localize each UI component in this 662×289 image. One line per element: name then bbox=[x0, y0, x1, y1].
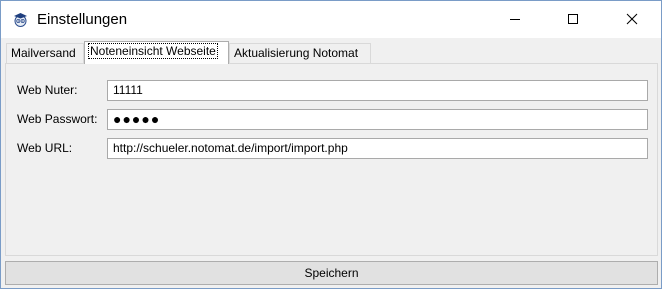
tab-label: Aktualisierung Notomat bbox=[234, 46, 359, 60]
web-password-field[interactable]: ●●●●● bbox=[107, 109, 648, 130]
web-user-field[interactable]: 11111 bbox=[107, 80, 648, 101]
settings-tabs: Mailversand Noteneinsicht Webseite Aktua… bbox=[4, 41, 659, 64]
minimize-button[interactable] bbox=[492, 1, 538, 37]
web-url-field[interactable]: http://schueler.notomat.de/import/import… bbox=[107, 138, 648, 159]
tab-panel: Web Nuter: 11111 Web Passwort: ●●●●● Web… bbox=[5, 63, 658, 256]
tab-label: Noteneinsicht Webseite bbox=[88, 43, 218, 59]
web-user-label: Web Nuter: bbox=[17, 83, 78, 97]
web-url-label: Web URL: bbox=[17, 141, 73, 155]
tab-aktualisierung-notomat[interactable]: Aktualisierung Notomat bbox=[229, 43, 371, 63]
tab-label: Mailversand bbox=[11, 46, 76, 60]
save-button[interactable]: Speichern bbox=[5, 261, 658, 285]
window-title: Einstellungen bbox=[37, 11, 128, 28]
title-bar[interactable]: Einstellungen bbox=[1, 1, 661, 38]
web-password-label: Web Passwort: bbox=[17, 112, 98, 126]
tab-mailversand[interactable]: Mailversand bbox=[6, 43, 84, 63]
settings-window: Einstellungen Mailversand Noteneinsicht … bbox=[0, 0, 662, 289]
close-icon bbox=[626, 13, 638, 25]
maximize-icon bbox=[568, 14, 578, 24]
close-button[interactable] bbox=[609, 1, 655, 37]
minimize-icon bbox=[510, 19, 520, 20]
maximize-button[interactable] bbox=[550, 1, 596, 37]
owl-graduate-icon bbox=[13, 12, 28, 27]
tab-noteneinsicht-webseite[interactable]: Noteneinsicht Webseite bbox=[84, 41, 229, 64]
